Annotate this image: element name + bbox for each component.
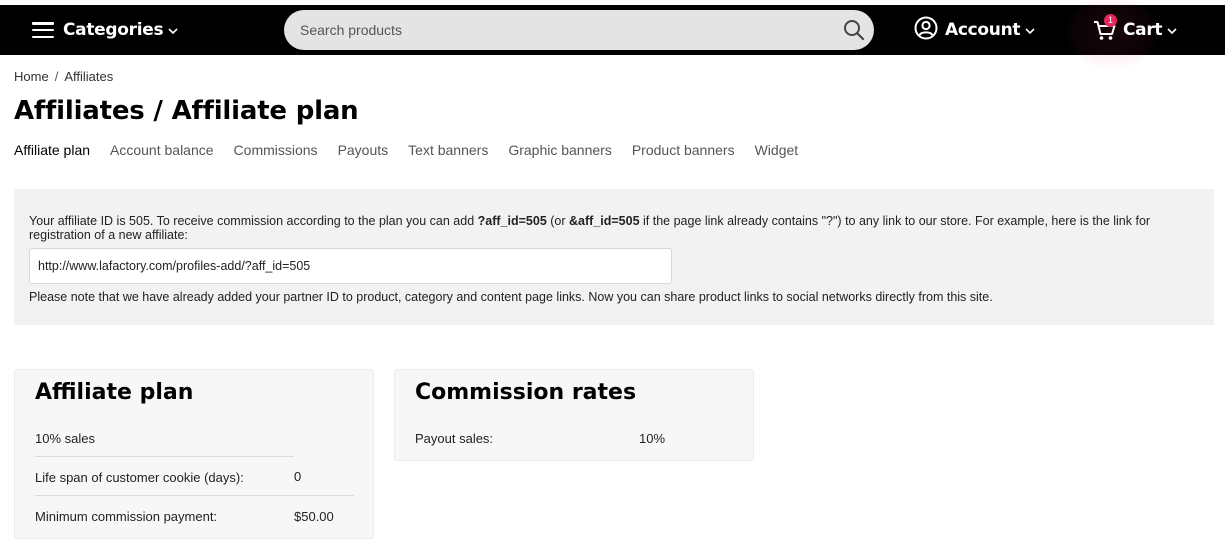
search-bar [284,10,874,50]
tab-payouts[interactable]: Payouts [338,142,389,158]
tab-account-balance[interactable]: Account balance [110,142,214,158]
cart-button[interactable]: 1 Cart [1092,5,1177,55]
cart-count-badge: 1 [1104,14,1117,27]
breadcrumb-home-link[interactable]: Home [14,69,49,84]
commission-rates-card: Commission rates Payout sales: 10% [394,369,754,461]
min-payment-label: Minimum commission payment: [35,509,218,524]
page-title: Affiliates / Affiliate plan [14,96,359,126]
menu-icon [32,22,54,38]
min-payment-value: $50.00 [294,509,334,524]
info-text-part: (or [546,214,570,228]
tab-text-banners[interactable]: Text banners [408,142,488,158]
plan-summary: 10% sales [35,431,95,446]
divider [35,456,294,457]
payout-sales-label: Payout sales: [415,431,494,446]
payout-sales-value: 10% [639,431,666,446]
chevron-down-icon [1167,21,1177,39]
tab-product-banners[interactable]: Product banners [632,142,735,158]
divider [35,495,354,496]
aff-id-param-alt: &aff_id=505 [569,214,640,228]
tab-graphic-banners[interactable]: Graphic banners [508,142,612,158]
breadcrumb-affiliates-link[interactable]: Affiliates [64,69,113,84]
commission-rates-title: Commission rates [415,380,637,405]
cart-label: Cart [1123,20,1163,40]
categories-label: Categories [63,20,164,40]
affiliate-plan-title: Affiliate plan [35,380,194,405]
breadcrumb: Home / Affiliates [14,69,113,84]
info-text-part: Your affiliate ID is 505. To receive com… [29,214,478,228]
user-icon [914,16,938,45]
tab-commissions[interactable]: Commissions [234,142,318,158]
affiliate-plan-card: Affiliate plan 10% sales Life span of cu… [14,369,374,539]
categories-button[interactable]: Categories [32,5,178,55]
aff-id-param: ?aff_id=505 [477,214,547,228]
chevron-down-icon [1025,21,1035,39]
breadcrumb-separator: / [54,69,59,84]
affiliate-tabs: Affiliate plan Account balance Commissio… [14,142,818,158]
partner-id-note: Please note that we have already added y… [29,290,993,304]
cookie-lifespan-label: Life span of customer cookie (days): [35,470,244,485]
cart-icon: 1 [1092,14,1118,43]
cookie-lifespan-value: 0 [294,469,302,484]
chevron-down-icon [168,21,178,39]
top-navigation-bar: Categories Account [0,5,1225,55]
tab-widget[interactable]: Widget [755,142,799,158]
search-input[interactable] [284,10,824,50]
tab-affiliate-plan[interactable]: Affiliate plan [14,142,90,158]
affiliate-link-field[interactable] [29,248,672,284]
affiliate-info-panel: Your affiliate ID is 505. To receive com… [14,189,1214,325]
account-label: Account [945,20,1021,40]
account-button[interactable]: Account [914,5,1035,55]
search-icon[interactable] [842,18,866,42]
affiliate-id-text: Your affiliate ID is 505. To receive com… [29,214,1204,242]
